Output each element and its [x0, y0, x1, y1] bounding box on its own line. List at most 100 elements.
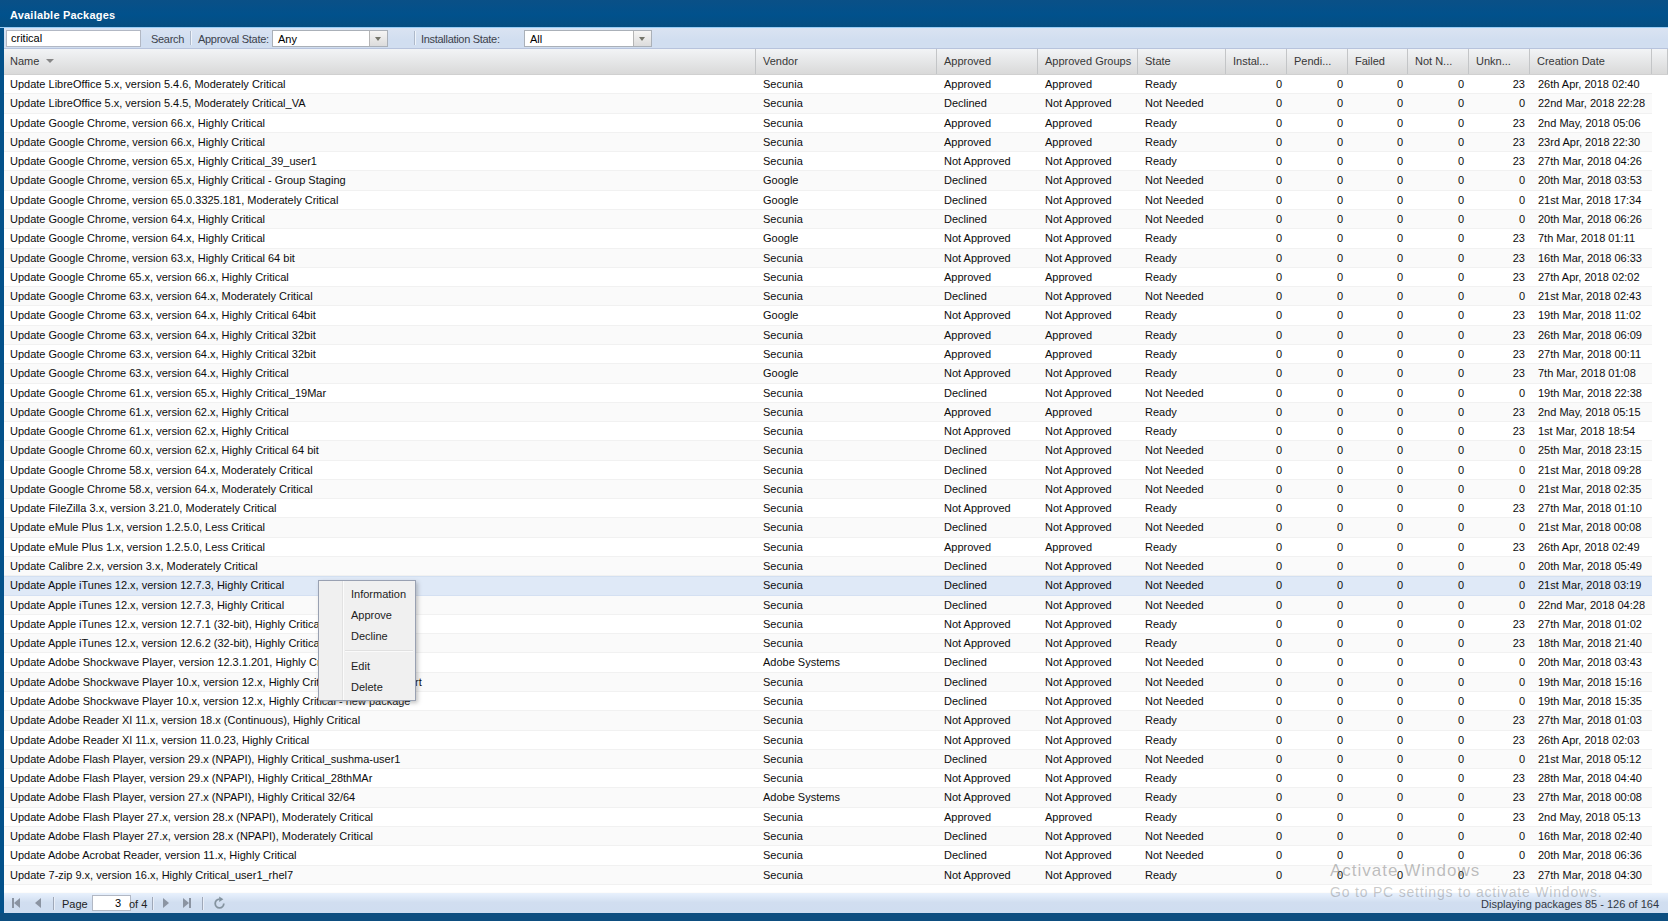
prev-page-button[interactable]: [35, 898, 41, 908]
approval-dropdown-button[interactable]: [369, 31, 387, 46]
cell-approved-groups: Approved: [1038, 114, 1138, 132]
cell-vendor: Google: [756, 306, 937, 324]
next-page-button[interactable]: [163, 898, 169, 908]
table-row[interactable]: Update LibreOffice 5.x, version 5.4.5, M…: [4, 94, 1652, 113]
cell-unknown: 23: [1469, 152, 1530, 170]
table-row[interactable]: Update Google Chrome, version 64.x, High…: [4, 229, 1652, 248]
table-row[interactable]: Update Adobe Reader XI 11.x, version 18.…: [4, 711, 1652, 730]
menu-item-edit[interactable]: Edit: [319, 656, 415, 677]
cell-unknown: 0: [1469, 827, 1530, 845]
menu-item-decline[interactable]: Decline: [319, 626, 415, 647]
table-row[interactable]: Update Google Chrome 63.x, version 64.x,…: [4, 345, 1652, 364]
column-header-approved-groups[interactable]: Approved Groups: [1038, 49, 1138, 74]
search-input[interactable]: critical: [6, 30, 141, 47]
table-row[interactable]: Update Adobe Shockwave Player 10.x, vers…: [4, 673, 1652, 692]
cell-name: Update Google Chrome 63.x, version 64.x,…: [4, 306, 756, 324]
cell-approved: Declined: [937, 518, 1038, 536]
panel-title: Available Packages: [10, 9, 115, 21]
cell-vendor: Secunia: [756, 769, 937, 787]
table-row[interactable]: Update Adobe Flash Player, version 29.x …: [4, 750, 1652, 769]
column-header-name[interactable]: Name: [4, 49, 756, 74]
cell-state: Not Needed: [1138, 557, 1226, 575]
refresh-button[interactable]: [212, 896, 227, 911]
column-header-unknown[interactable]: Unkn...: [1469, 49, 1530, 74]
cell-pending: 0: [1287, 152, 1348, 170]
cell-pending: 0: [1287, 461, 1348, 479]
table-row[interactable]: Update 7-zip 9.x, version 16.x, Highly C…: [4, 866, 1652, 885]
table-row[interactable]: Update Google Chrome 58.x, version 64.x,…: [4, 480, 1652, 499]
column-header-state[interactable]: State: [1138, 49, 1226, 74]
table-row[interactable]: Update Adobe Shockwave Player, version 1…: [4, 653, 1652, 672]
installation-state-select[interactable]: All: [524, 30, 652, 47]
table-row[interactable]: Update Google Chrome 58.x, version 64.x,…: [4, 461, 1652, 480]
cell-approved-groups: Not Approved: [1038, 229, 1138, 247]
table-row[interactable]: Update Apple iTunes 12.x, version 12.7.3…: [4, 596, 1652, 615]
cell-created: 28th Mar, 2018 04:40: [1530, 769, 1652, 787]
column-header-installed[interactable]: Instal...: [1226, 49, 1287, 74]
table-row[interactable]: Update Adobe Flash Player 27.x, version …: [4, 808, 1652, 827]
column-header-creation-date[interactable]: Creation Date: [1530, 49, 1652, 74]
table-row[interactable]: Update Google Chrome 63.x, version 64.x,…: [4, 326, 1652, 345]
approval-state-select[interactable]: Any: [272, 30, 388, 47]
table-row[interactable]: Update Google Chrome 60.x, version 62.x,…: [4, 441, 1652, 460]
table-row[interactable]: Update Google Chrome, version 64.x, High…: [4, 210, 1652, 229]
table-row[interactable]: Update Google Chrome 63.x, version 64.x,…: [4, 364, 1652, 383]
table-row[interactable]: Update Google Chrome, version 65.x, High…: [4, 171, 1652, 190]
cell-not-needed: 0: [1408, 114, 1469, 132]
table-row[interactable]: Update Google Chrome 61.x, version 62.x,…: [4, 422, 1652, 441]
table-row[interactable]: Update eMule Plus 1.x, version 1.2.5.0, …: [4, 518, 1652, 537]
cell-created: 23rd Apr, 2018 22:30: [1530, 133, 1652, 151]
table-row[interactable]: Update Adobe Flash Player, version 27.x …: [4, 788, 1652, 807]
table-row[interactable]: Update Adobe Acrobat Reader, version 11.…: [4, 846, 1652, 865]
table-row[interactable]: Update Adobe Flash Player, version 29.x …: [4, 769, 1652, 788]
column-header-approved[interactable]: Approved: [937, 49, 1038, 74]
table-row-selected[interactable]: Update Apple iTunes 12.x, version 12.7.3…: [4, 576, 1652, 595]
search-button[interactable]: Search: [151, 33, 184, 45]
column-header-pending[interactable]: Pendi...: [1287, 49, 1348, 74]
last-page-button[interactable]: [183, 898, 191, 908]
installation-dropdown-button[interactable]: [633, 31, 651, 46]
table-row[interactable]: Update Google Chrome, version 63.x, High…: [4, 249, 1652, 268]
menu-item-approve[interactable]: Approve: [319, 605, 415, 626]
column-header-vendor[interactable]: Vendor: [756, 49, 937, 74]
table-row[interactable]: Update Adobe Reader XI 11.x, version 11.…: [4, 731, 1652, 750]
table-row[interactable]: Update FileZilla 3.x, version 3.21.0, Mo…: [4, 499, 1652, 518]
table-row[interactable]: Update Apple iTunes 12.x, version 12.7.1…: [4, 615, 1652, 634]
column-header-failed[interactable]: Failed: [1348, 49, 1408, 74]
menu-item-delete[interactable]: Delete: [319, 677, 415, 698]
table-row[interactable]: Update Google Chrome, version 66.x, High…: [4, 114, 1652, 133]
cell-installed: 0: [1226, 152, 1287, 170]
cell-not-needed: 0: [1408, 268, 1469, 286]
table-row[interactable]: Update Google Chrome, version 65.0.3325.…: [4, 191, 1652, 210]
table-row[interactable]: Update eMule Plus 1.x, version 1.2.5.0, …: [4, 538, 1652, 557]
column-header-not-needed[interactable]: Not N...: [1408, 49, 1469, 74]
cell-failed: 0: [1348, 576, 1408, 594]
table-row[interactable]: Update Adobe Shockwave Player 10.x, vers…: [4, 692, 1652, 711]
table-row[interactable]: Update Calibre 2.x, version 3.x, Moderat…: [4, 557, 1652, 576]
cell-approved: Declined: [937, 287, 1038, 305]
page-number-input[interactable]: 3: [92, 895, 131, 911]
table-row[interactable]: Update Google Chrome 63.x, version 64.x,…: [4, 306, 1652, 325]
table-row[interactable]: Update Google Chrome, version 65.x, High…: [4, 152, 1652, 171]
table-row[interactable]: Update Apple iTunes 12.x, version 12.6.2…: [4, 634, 1652, 653]
cell-pending: 0: [1287, 518, 1348, 536]
cell-not-needed: 0: [1408, 384, 1469, 402]
table-row[interactable]: Update Google Chrome 61.x, version 62.x,…: [4, 403, 1652, 422]
table-row[interactable]: Update Google Chrome, version 66.x, High…: [4, 133, 1652, 152]
cell-created: 27th Mar, 2018 01:02: [1530, 615, 1652, 633]
menu-item-information[interactable]: Information: [319, 584, 415, 605]
cell-name: Update Adobe Flash Player, version 29.x …: [4, 769, 756, 787]
cell-state: Ready: [1138, 364, 1226, 382]
first-page-button[interactable]: [12, 898, 20, 908]
cell-not-needed: 0: [1408, 769, 1469, 787]
cell-installed: 0: [1226, 403, 1287, 421]
cell-failed: 0: [1348, 615, 1408, 633]
cell-failed: 0: [1348, 229, 1408, 247]
table-row[interactable]: Update Google Chrome 65.x, version 66.x,…: [4, 268, 1652, 287]
table-row[interactable]: Update Google Chrome 63.x, version 64.x,…: [4, 287, 1652, 306]
table-row[interactable]: Update LibreOffice 5.x, version 5.4.6, M…: [4, 75, 1652, 94]
cell-pending: 0: [1287, 750, 1348, 768]
table-row[interactable]: Update Google Chrome 61.x, version 65.x,…: [4, 384, 1652, 403]
table-row[interactable]: Update Adobe Flash Player 27.x, version …: [4, 827, 1652, 846]
approval-state-label: Approval State:: [198, 33, 269, 45]
